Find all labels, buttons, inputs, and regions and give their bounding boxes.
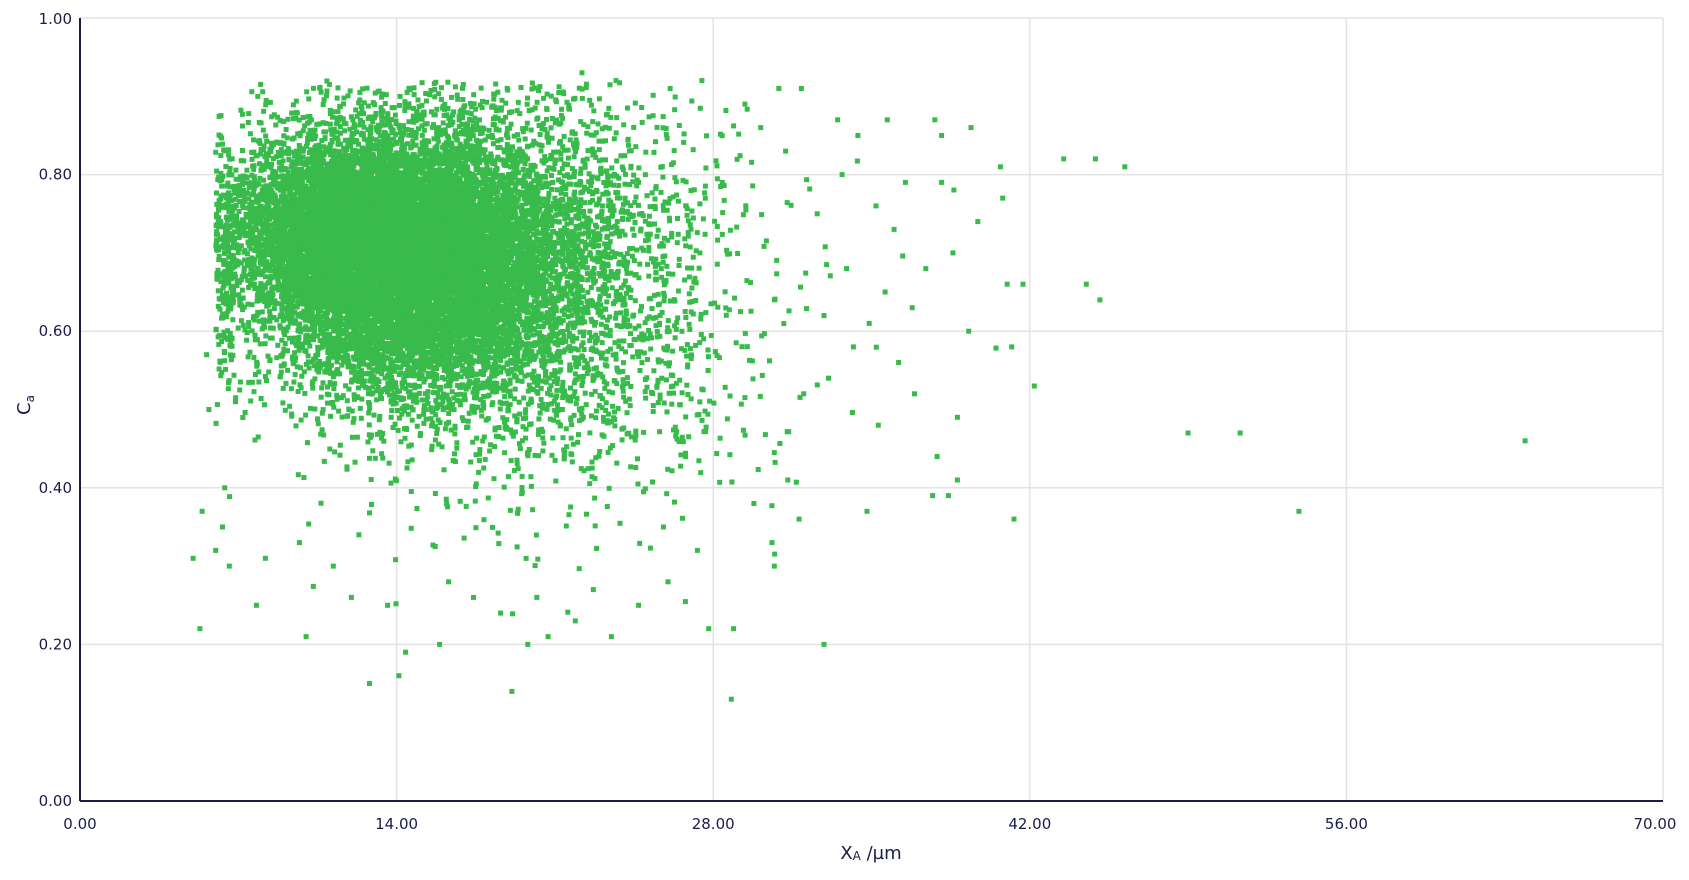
data-point: [291, 380, 296, 385]
data-point: [562, 134, 567, 139]
data-point: [420, 133, 425, 138]
data-point: [369, 477, 374, 482]
data-point: [345, 398, 350, 403]
data-point: [409, 128, 414, 133]
data-point: [393, 113, 398, 118]
data-point: [443, 426, 448, 431]
data-point: [263, 134, 268, 139]
data-point: [516, 138, 521, 143]
data-point: [312, 407, 317, 412]
data-point: [516, 100, 521, 105]
data-point: [365, 86, 370, 91]
chart-canvas: 0.0014.0028.0042.0056.0070.000.000.200.4…: [0, 0, 1689, 876]
data-point: [281, 386, 286, 391]
data-point: [449, 95, 454, 100]
data-point: [218, 153, 223, 158]
data-point: [278, 374, 283, 379]
data-point: [434, 431, 439, 436]
data-points: [191, 70, 1528, 701]
data-point: [454, 440, 459, 445]
data-point: [219, 184, 224, 189]
data-point: [258, 82, 263, 87]
data-point: [283, 408, 288, 413]
data-point: [585, 290, 590, 295]
data-point: [303, 413, 308, 418]
data-point: [550, 116, 555, 121]
data-point: [623, 182, 628, 187]
data-point: [525, 96, 530, 101]
data-point: [250, 302, 255, 307]
data-point: [498, 358, 503, 363]
data-point: [307, 344, 312, 349]
data-point: [247, 350, 252, 355]
data-point: [215, 402, 220, 407]
data-point: [556, 219, 561, 224]
data-point: [240, 124, 245, 129]
data-point: [417, 414, 422, 419]
data-point: [436, 139, 441, 144]
data-point: [389, 415, 394, 420]
data-point: [214, 191, 219, 196]
data-point: [264, 139, 269, 144]
data-point: [328, 414, 333, 419]
data-point: [460, 97, 465, 102]
data-point: [422, 128, 427, 133]
data-point: [267, 309, 272, 314]
data-point: [229, 357, 234, 362]
data-point: [358, 406, 363, 411]
data-point: [558, 157, 563, 162]
data-point: [623, 172, 628, 177]
data-point: [529, 128, 534, 133]
data-point: [335, 96, 340, 101]
data-point: [308, 406, 313, 411]
data-point: [398, 94, 403, 99]
data-point: [306, 353, 311, 358]
data-point: [423, 91, 428, 96]
scatter-chart: 0.0014.0028.0042.0056.0070.000.000.200.4…: [0, 0, 1689, 876]
data-point: [218, 360, 223, 365]
data-point: [549, 125, 554, 130]
data-point: [327, 447, 332, 452]
